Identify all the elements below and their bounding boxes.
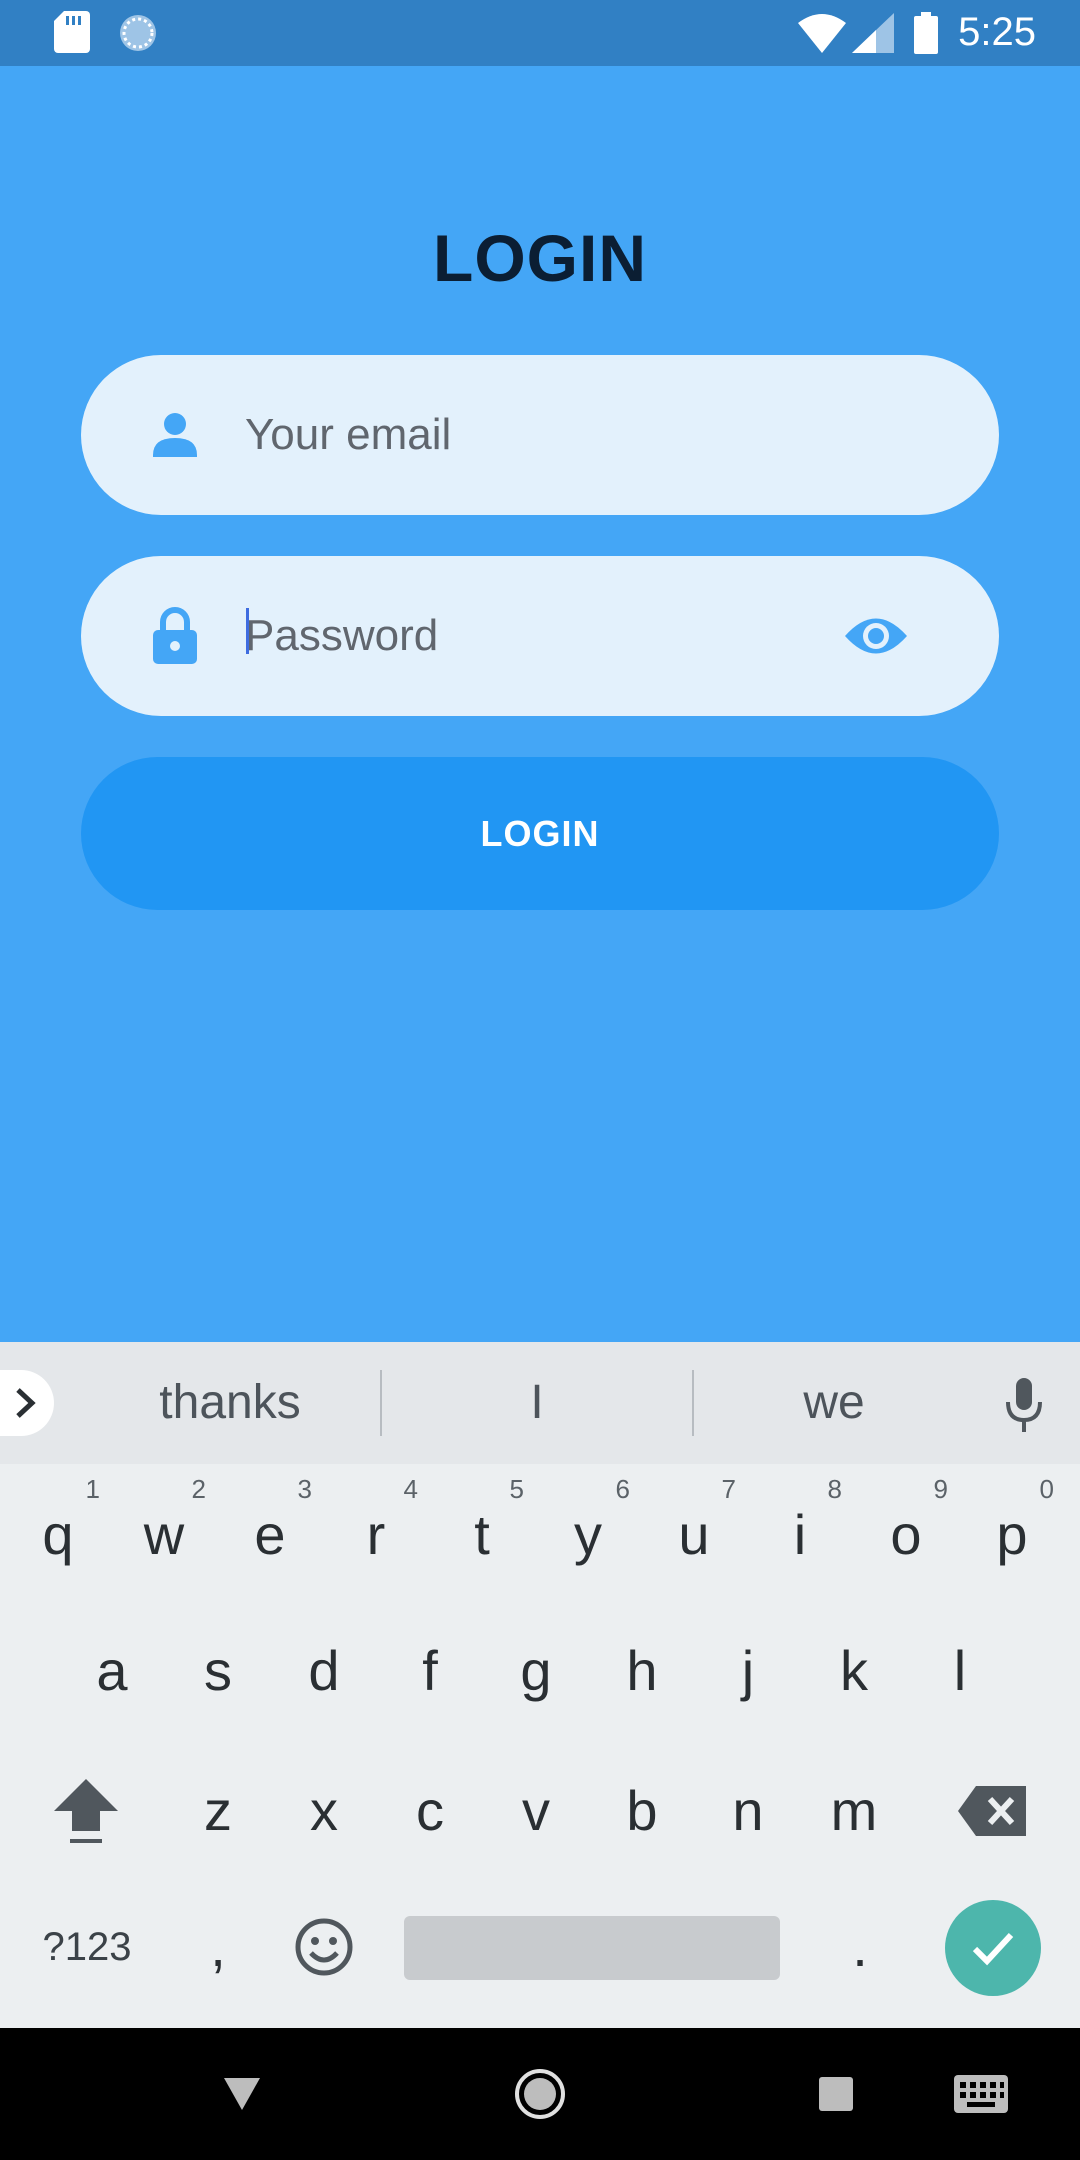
sd-card-icon (54, 11, 90, 53)
key-b[interactable]: b (592, 1746, 692, 1876)
key-hint: 6 (615, 1474, 630, 1504)
key-hint: 7 (721, 1474, 736, 1504)
recents-button[interactable] (776, 2028, 896, 2160)
key-label: p (996, 1503, 1028, 1566)
key-label: u (678, 1503, 710, 1566)
key-label: r (366, 1503, 386, 1566)
key-label: i (793, 1503, 807, 1566)
key-o[interactable]: o9 (856, 1470, 956, 1600)
key-p[interactable]: p0 (962, 1470, 1062, 1600)
key-f[interactable]: f (380, 1606, 480, 1736)
smiley-icon (295, 1918, 353, 1976)
navigation-bar (0, 2028, 1080, 2160)
key-m[interactable]: m (804, 1746, 904, 1876)
suggestion-item[interactable]: we (694, 1342, 974, 1464)
email-input[interactable] (245, 355, 849, 515)
key-i[interactable]: i8 (750, 1470, 850, 1600)
key-l[interactable]: l (910, 1606, 1010, 1736)
key-y[interactable]: y6 (538, 1470, 638, 1600)
soft-keyboard: thanks I we q1 w2 e3 r4 t5 y6 u7 i8 o9 p… (0, 1342, 1080, 2028)
key-d[interactable]: d (274, 1606, 374, 1736)
key-e[interactable]: e3 (220, 1470, 320, 1600)
key-r[interactable]: r4 (326, 1470, 426, 1600)
symbols-key[interactable]: ?123 (12, 1882, 162, 2012)
key-hint: 4 (403, 1474, 418, 1504)
login-button[interactable]: LOGIN (81, 757, 999, 910)
checkmark-icon (972, 1932, 1014, 1966)
key-w[interactable]: w2 (114, 1470, 214, 1600)
enter-key[interactable] (945, 1900, 1041, 1996)
shift-key[interactable] (36, 1746, 136, 1876)
expand-toolbar-button[interactable] (0, 1370, 54, 1436)
key-c[interactable]: c (380, 1746, 480, 1876)
emoji-key[interactable] (274, 1882, 374, 2012)
home-button[interactable] (480, 2028, 600, 2160)
key-label: t (474, 1503, 490, 1566)
email-field[interactable] (81, 355, 999, 515)
suggestion-item[interactable]: thanks (80, 1342, 380, 1464)
keyboard-switch-button[interactable] (921, 2028, 1041, 2160)
cell-signal-icon (852, 13, 894, 53)
lock-icon (153, 607, 197, 664)
key-hint: 0 (1039, 1474, 1054, 1504)
key-hint: 8 (827, 1474, 842, 1504)
key-t[interactable]: t5 (432, 1470, 532, 1600)
space-key[interactable] (404, 1916, 780, 1980)
backspace-icon (958, 1786, 1026, 1836)
key-label: w (143, 1503, 185, 1566)
key-v[interactable]: v (486, 1746, 586, 1876)
backspace-key[interactable] (942, 1746, 1042, 1876)
keyboard-switch-icon (954, 2075, 1008, 2113)
page-title: LOGIN (433, 221, 647, 295)
key-s[interactable]: s (168, 1606, 268, 1736)
key-u[interactable]: u7 (644, 1470, 744, 1600)
status-bar: 5:25 (0, 0, 1080, 66)
key-hint: 9 (933, 1474, 948, 1504)
suggestion-item[interactable]: I (382, 1342, 692, 1464)
home-icon (515, 2069, 565, 2119)
key-h[interactable]: h (592, 1606, 692, 1736)
key-j[interactable]: j (698, 1606, 798, 1736)
key-k[interactable]: k (804, 1606, 904, 1736)
key-label: o (890, 1503, 922, 1566)
person-icon (153, 413, 197, 457)
key-label: y (574, 1503, 602, 1566)
key-label: e (254, 1503, 286, 1566)
period-key[interactable]: . (810, 1882, 910, 2012)
microphone-icon[interactable] (1004, 1378, 1044, 1432)
password-field[interactable] (81, 556, 999, 716)
key-x[interactable]: x (274, 1746, 374, 1876)
wifi-icon (798, 14, 846, 53)
sync-icon (120, 15, 156, 51)
comma-key[interactable]: , (168, 1882, 268, 2012)
back-icon (224, 2078, 260, 2110)
battery-icon (914, 12, 938, 54)
key-n[interactable]: n (698, 1746, 798, 1876)
recents-icon (819, 2077, 853, 2111)
chevron-right-icon (16, 1388, 36, 1418)
key-hint: 5 (509, 1474, 524, 1504)
text-cursor (246, 608, 249, 654)
status-time: 5:25 (958, 10, 1036, 54)
key-hint: 2 (191, 1474, 206, 1504)
key-g[interactable]: g (486, 1606, 586, 1736)
key-hint: 3 (297, 1474, 312, 1504)
suggestion-bar: thanks I we (0, 1342, 1080, 1464)
shift-arrow-icon (54, 1779, 118, 1843)
password-input[interactable] (245, 556, 849, 716)
key-q[interactable]: q1 (8, 1470, 108, 1600)
key-hint: 1 (85, 1474, 100, 1504)
eye-icon[interactable] (843, 609, 909, 663)
back-button[interactable] (182, 2028, 302, 2160)
key-z[interactable]: z (168, 1746, 268, 1876)
key-label: q (42, 1503, 74, 1566)
key-a[interactable]: a (62, 1606, 162, 1736)
